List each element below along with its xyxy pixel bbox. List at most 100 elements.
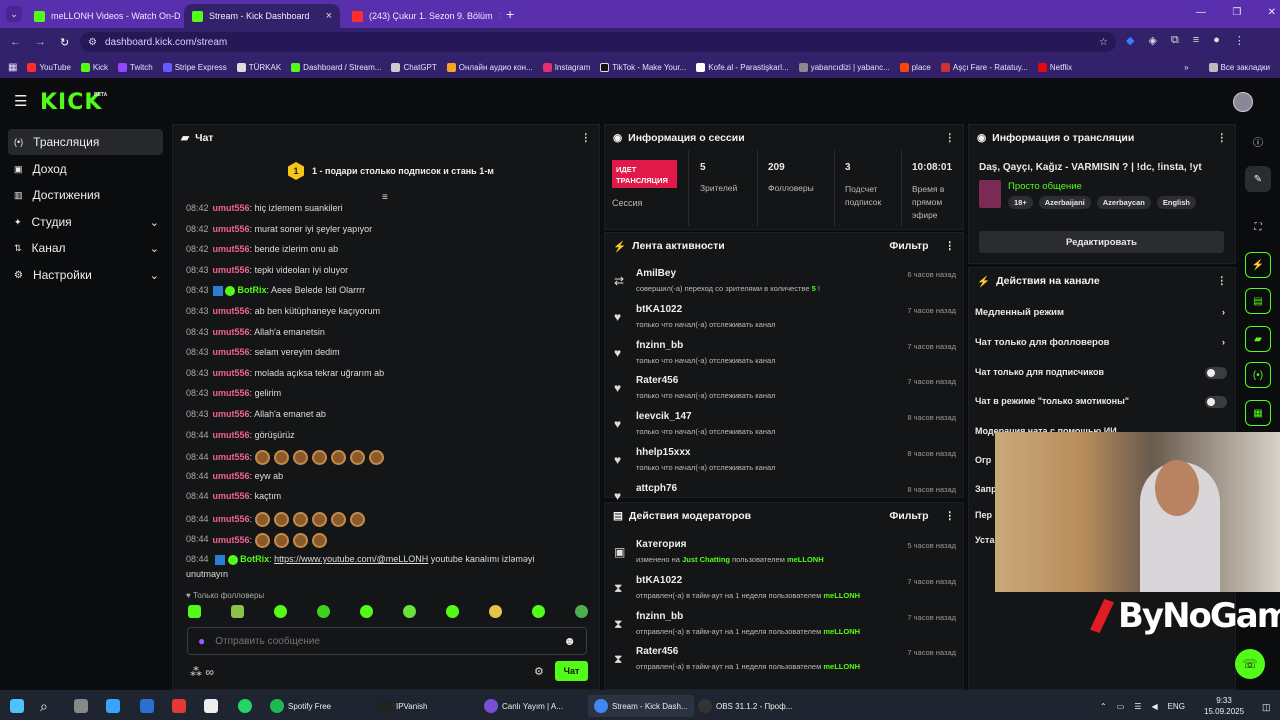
- support-chat-button[interactable]: ☏: [1235, 649, 1265, 679]
- bookmark-dashboard[interactable]: Dashboard / Stream...: [291, 62, 381, 72]
- bookmark-chatgpt[interactable]: ChatGPT: [391, 62, 437, 72]
- taskbar-app-kick-dashboard[interactable]: Stream - Kick Dash...: [588, 695, 694, 717]
- profile-avatar-icon[interactable]: ●: [1213, 34, 1220, 47]
- mod-action-target[interactable]: fnzinn_bb: [636, 611, 683, 622]
- message-user[interactable]: umut556: [213, 224, 250, 234]
- bookmark-star-icon[interactable]: ☆: [1099, 37, 1108, 48]
- message-user[interactable]: umut556: [213, 430, 250, 440]
- taskbar-app-obs[interactable]: OBS 31.1.2 - Проф...: [698, 695, 792, 717]
- bookmark-twitch[interactable]: Twitch: [118, 62, 153, 72]
- new-tab-button[interactable]: +: [506, 6, 514, 22]
- filter-button[interactable]: Фильтр: [889, 240, 928, 252]
- mod-action-target[interactable]: btKA1022: [636, 575, 682, 586]
- mod-action-item[interactable]: ⧗ fnzinn_bb отправлен(-а) в тайм-аут на 1 …: [612, 611, 956, 647]
- emote-icon[interactable]: [403, 605, 416, 618]
- tag[interactable]: 18+: [1008, 196, 1033, 209]
- reading-list-icon[interactable]: ≡: [1193, 34, 1199, 47]
- notifications-icon[interactable]: ◫: [1262, 702, 1271, 713]
- edit-icon[interactable]: ✎: [1245, 166, 1271, 192]
- emote-icon[interactable]: [274, 605, 287, 618]
- moderator-name[interactable]: meLLONH: [823, 627, 860, 636]
- bookmark-audio[interactable]: Онлайн аудио кон...: [446, 62, 533, 72]
- chevron-up-icon[interactable]: ⌃: [1100, 702, 1107, 711]
- hamburger-menu-icon[interactable]: ☰: [14, 92, 27, 110]
- message-user[interactable]: umut556: [213, 471, 250, 481]
- chat-settings-icon[interactable]: ⚙: [534, 665, 544, 678]
- activity-user[interactable]: fnzinn_bb: [636, 340, 683, 351]
- document-icon[interactable]: ▤: [1245, 288, 1271, 314]
- bookmark-kick[interactable]: Kick: [80, 62, 108, 72]
- restore-icon[interactable]: ❐: [1232, 7, 1241, 18]
- activity-item[interactable]: ♥ fnzinn_bb только что начал(-а) отслежива…: [612, 340, 956, 376]
- emote-icon[interactable]: [575, 605, 588, 618]
- user-avatar[interactable]: [1233, 92, 1253, 112]
- tag[interactable]: English: [1156, 196, 1196, 209]
- message-user[interactable]: umut556: [213, 534, 250, 544]
- emote-icon[interactable]: [231, 605, 244, 618]
- sidebar-item-revenue[interactable]: ▣ Доход: [8, 156, 163, 182]
- more-options-icon[interactable]: ⋮: [1217, 132, 1228, 144]
- bookmark-ratatuy[interactable]: Aşçı Fare - Ratatuy...: [940, 62, 1028, 72]
- whatsapp-icon[interactable]: [238, 695, 252, 717]
- activity-user[interactable]: attcph76: [636, 483, 677, 494]
- microphone-icon[interactable]: ●: [198, 634, 205, 648]
- bookmark-place[interactable]: place: [899, 62, 931, 72]
- message-user[interactable]: umut556: [213, 347, 250, 357]
- sidebar-item-settings[interactable]: ⚙ Настройки ⌄: [8, 262, 163, 288]
- message-user[interactable]: umut556: [213, 327, 250, 337]
- filter-button[interactable]: Фильтр: [889, 510, 928, 522]
- mod-action-item[interactable]: ⧗ Rater456 отправлен(-а) в тайм-аут на 1 н…: [612, 646, 956, 682]
- store-icon[interactable]: [140, 695, 154, 717]
- moderator-name[interactable]: meLLONH: [823, 662, 860, 671]
- taskbar-app-spotify[interactable]: Spotify Free: [270, 695, 331, 717]
- bookmark-turkak[interactable]: TÜRKAK: [236, 62, 281, 72]
- language-indicator[interactable]: ENG: [1168, 702, 1185, 711]
- more-options-icon[interactable]: ⋮: [945, 510, 956, 522]
- chat-input[interactable]: ● ☻: [187, 627, 587, 655]
- channel-setting-partial[interactable]: Уста: [975, 535, 994, 545]
- infinity-icon[interactable]: ∞: [205, 665, 214, 679]
- message-user[interactable]: umut556: [213, 452, 250, 462]
- emote-icon[interactable]: [446, 605, 459, 618]
- emote-icon[interactable]: [360, 605, 373, 618]
- bookmark-stripe[interactable]: Stripe Express: [162, 62, 227, 72]
- tag[interactable]: Azerbaijani: [1038, 196, 1091, 209]
- channel-setting-partial[interactable]: Пер: [975, 510, 992, 520]
- sidebar-item-achievements[interactable]: ▥ Достижения: [8, 182, 163, 208]
- puzzle-icon[interactable]: ⧉: [1171, 34, 1179, 47]
- more-options-icon[interactable]: ⋮: [945, 132, 956, 144]
- search-icon[interactable]: ⌕: [40, 695, 48, 717]
- moderator-name[interactable]: meLLONH: [823, 591, 860, 600]
- tab-youtube-cukur[interactable]: (243) Çukur 1. Sezon 9. Bölüm ×: [344, 4, 500, 28]
- activity-item[interactable]: ♥ Rater456 только что начал(-а) отслеживат…: [612, 375, 956, 411]
- message-user[interactable]: BotRix: [240, 554, 269, 564]
- apps-grid-icon[interactable]: ▦: [8, 62, 17, 73]
- emote-icon[interactable]: [317, 605, 330, 618]
- bookmarks-overflow-icon[interactable]: »: [1184, 63, 1188, 72]
- emoji-picker-icon[interactable]: ☻: [563, 634, 576, 648]
- mod-action-target[interactable]: Категория: [636, 539, 686, 550]
- message-user[interactable]: umut556: [213, 368, 250, 378]
- channel-setting-followers-only[interactable]: Чат только для фолловеров ›: [975, 337, 1227, 348]
- more-options-icon[interactable]: ⋮: [945, 240, 956, 252]
- message-user[interactable]: umut556: [213, 306, 250, 316]
- channel-setting-partial[interactable]: Запр: [975, 484, 997, 494]
- close-window-icon[interactable]: ✕: [1268, 7, 1276, 18]
- taskbar-app-ipvanish[interactable]: IPVanish: [378, 695, 427, 717]
- mod-action-item[interactable]: ▣ Категория изменено на Just Chatting поль…: [612, 539, 956, 575]
- activity-item[interactable]: ♥ btKA1022 только что начал(-а) отслеживат…: [612, 304, 956, 340]
- message-user[interactable]: umut556: [213, 409, 250, 419]
- message-user[interactable]: BotRix: [238, 285, 267, 295]
- activity-user[interactable]: leevcik_147: [636, 411, 692, 422]
- app-icon[interactable]: [172, 695, 186, 717]
- send-chat-button[interactable]: Чат: [555, 661, 588, 681]
- fullscreen-icon[interactable]: ⛶: [1245, 214, 1271, 240]
- bookmark-kofe[interactable]: Kofe.al - Parastişkarl...: [696, 62, 789, 72]
- tab-mellonh-videos[interactable]: meLLONH Videos - Watch On-D ×: [26, 4, 184, 28]
- message-user[interactable]: umut556: [213, 265, 250, 275]
- close-icon[interactable]: ×: [326, 10, 332, 22]
- menu-dots-icon[interactable]: ⋮: [1234, 34, 1245, 47]
- volume-icon[interactable]: ◀: [1151, 702, 1157, 711]
- bookmark-netflix[interactable]: Netflix: [1037, 62, 1072, 72]
- edit-stream-button[interactable]: Редактировать: [979, 231, 1224, 253]
